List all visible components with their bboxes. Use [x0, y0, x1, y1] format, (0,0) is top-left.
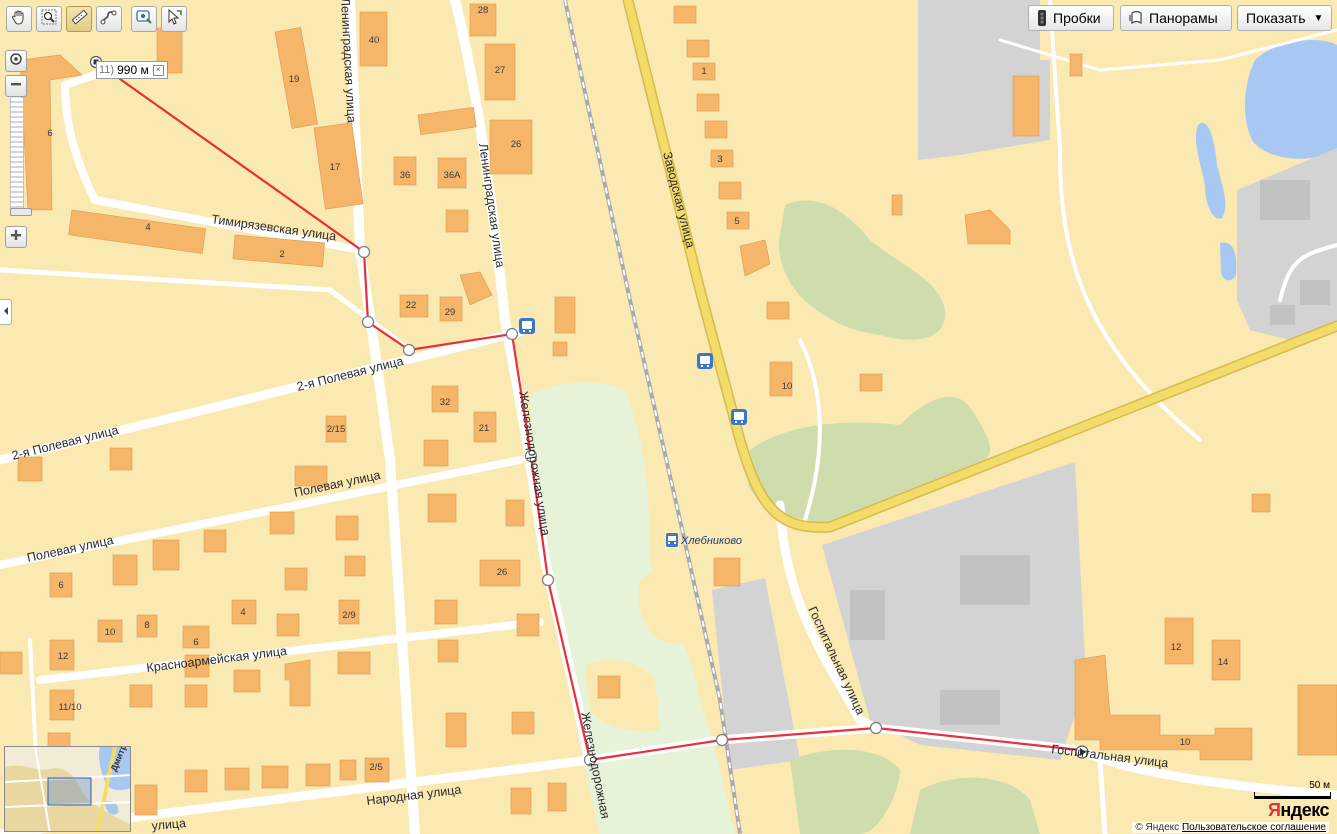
select-tool-button[interactable]	[161, 6, 187, 32]
ruler-button[interactable]	[66, 6, 92, 32]
house-number: 29	[445, 307, 456, 318]
zoom-in-button[interactable]	[5, 226, 27, 248]
house-number: 1	[701, 66, 706, 77]
point-icon	[135, 8, 153, 31]
house-number: 14	[1218, 657, 1229, 668]
logo-rest: ндекс	[1280, 800, 1329, 820]
bus-stop-icon[interactable]	[519, 318, 535, 334]
ruler-distance-label: 11) 990 м ×	[96, 61, 168, 79]
zoom-slider-thumb[interactable]	[10, 208, 32, 216]
show-label: Показать	[1246, 10, 1306, 26]
bus-stop-icon[interactable]	[731, 409, 747, 425]
house-number: 26	[511, 139, 522, 150]
minimap-viewport-frame	[47, 777, 92, 806]
panoramas-label: Панорамы	[1149, 10, 1218, 26]
plus-icon	[10, 228, 22, 246]
ruler-icon	[70, 8, 88, 31]
traffic-button[interactable]: Пробки	[1028, 5, 1114, 31]
panoramas-button[interactable]: Панорамы	[1120, 5, 1232, 31]
train-station-icon[interactable]	[666, 533, 678, 547]
street-label: улица	[151, 816, 187, 833]
traffic-light-icon	[1037, 10, 1047, 26]
ruler-segment-number: 11)	[99, 64, 115, 76]
zoom-slider[interactable]	[10, 98, 32, 216]
house-number: 36	[400, 170, 411, 181]
compass-icon	[9, 52, 23, 71]
house-number: 11/10	[58, 702, 81, 713]
station-label: Хлебниково	[680, 535, 742, 547]
house-number: 2/15	[327, 424, 346, 435]
house-number: 6	[47, 128, 52, 139]
scale-bar	[1254, 792, 1331, 799]
map-viewport[interactable]: Тимирязевская улица Ленинградская улица …	[0, 0, 1337, 834]
house-number: 4	[240, 607, 245, 618]
zoom-area-button[interactable]	[36, 6, 62, 32]
minus-icon	[10, 77, 22, 95]
house-number: 40	[369, 35, 380, 46]
magnifier-icon	[41, 9, 57, 30]
hand-tool-button[interactable]	[6, 6, 32, 32]
house-number: 6	[58, 580, 63, 591]
house-number: 8	[144, 620, 149, 631]
house-number: 12	[1171, 642, 1182, 653]
hand-icon	[11, 9, 27, 30]
house-number: 27	[495, 65, 506, 76]
chevron-down-icon: ▼	[1313, 12, 1324, 24]
copyright-text: © Яндекс	[1135, 822, 1180, 833]
zoom-out-button[interactable]	[5, 75, 27, 97]
locate-button[interactable]	[5, 50, 27, 72]
map-canvas[interactable]: Тимирязевская улица Ленинградская улица …	[0, 0, 1337, 834]
yandex-logo[interactable]: Яндекс	[1267, 800, 1330, 821]
scale-label: 50 м	[1309, 780, 1330, 791]
ruler-distance-value: 990 м	[117, 63, 149, 77]
house-number: 19	[289, 74, 300, 85]
house-number: 10	[105, 627, 116, 638]
house-number: 36А	[444, 170, 462, 181]
route-icon	[100, 8, 118, 31]
house-number: 17	[330, 162, 341, 173]
add-point-button[interactable]	[131, 6, 157, 32]
house-number: 10	[1180, 737, 1191, 748]
house-number: 28	[478, 5, 489, 16]
lake	[1244, 40, 1337, 159]
route-button[interactable]	[96, 6, 122, 32]
house-number: 22	[406, 300, 417, 311]
house-number: 5	[734, 216, 739, 227]
cursor-icon	[165, 8, 183, 31]
house-number: 4	[145, 222, 150, 233]
house-number: 6	[193, 637, 198, 648]
traffic-label: Пробки	[1053, 10, 1101, 26]
house-number: 10	[782, 381, 793, 392]
sidebar-toggle-button[interactable]	[0, 299, 12, 325]
house-number: 12	[58, 651, 69, 662]
show-layers-dropdown[interactable]: Показать ▼	[1237, 5, 1332, 31]
zoom-control	[5, 50, 32, 248]
house-number: 32	[440, 397, 451, 408]
house-number: 2	[279, 249, 284, 260]
copyright-bar: © Яндекс Пользовательское соглашение	[1132, 822, 1329, 833]
panorama-icon	[1129, 10, 1143, 26]
user-agreement-link[interactable]: Пользовательское соглашение	[1182, 822, 1326, 833]
close-icon[interactable]: ×	[152, 64, 164, 76]
house-number: 21	[479, 423, 490, 434]
house-number: 2/9	[342, 610, 355, 621]
house-number: 2/5	[369, 762, 382, 773]
chevron-left-icon	[3, 303, 9, 321]
house-number: 3	[717, 154, 722, 165]
overview-minimap[interactable]: Дмитр	[4, 746, 131, 832]
house-number: 26	[497, 567, 508, 578]
logo-first-letter: Я	[1267, 800, 1281, 820]
bus-stop-icon[interactable]	[697, 353, 713, 369]
